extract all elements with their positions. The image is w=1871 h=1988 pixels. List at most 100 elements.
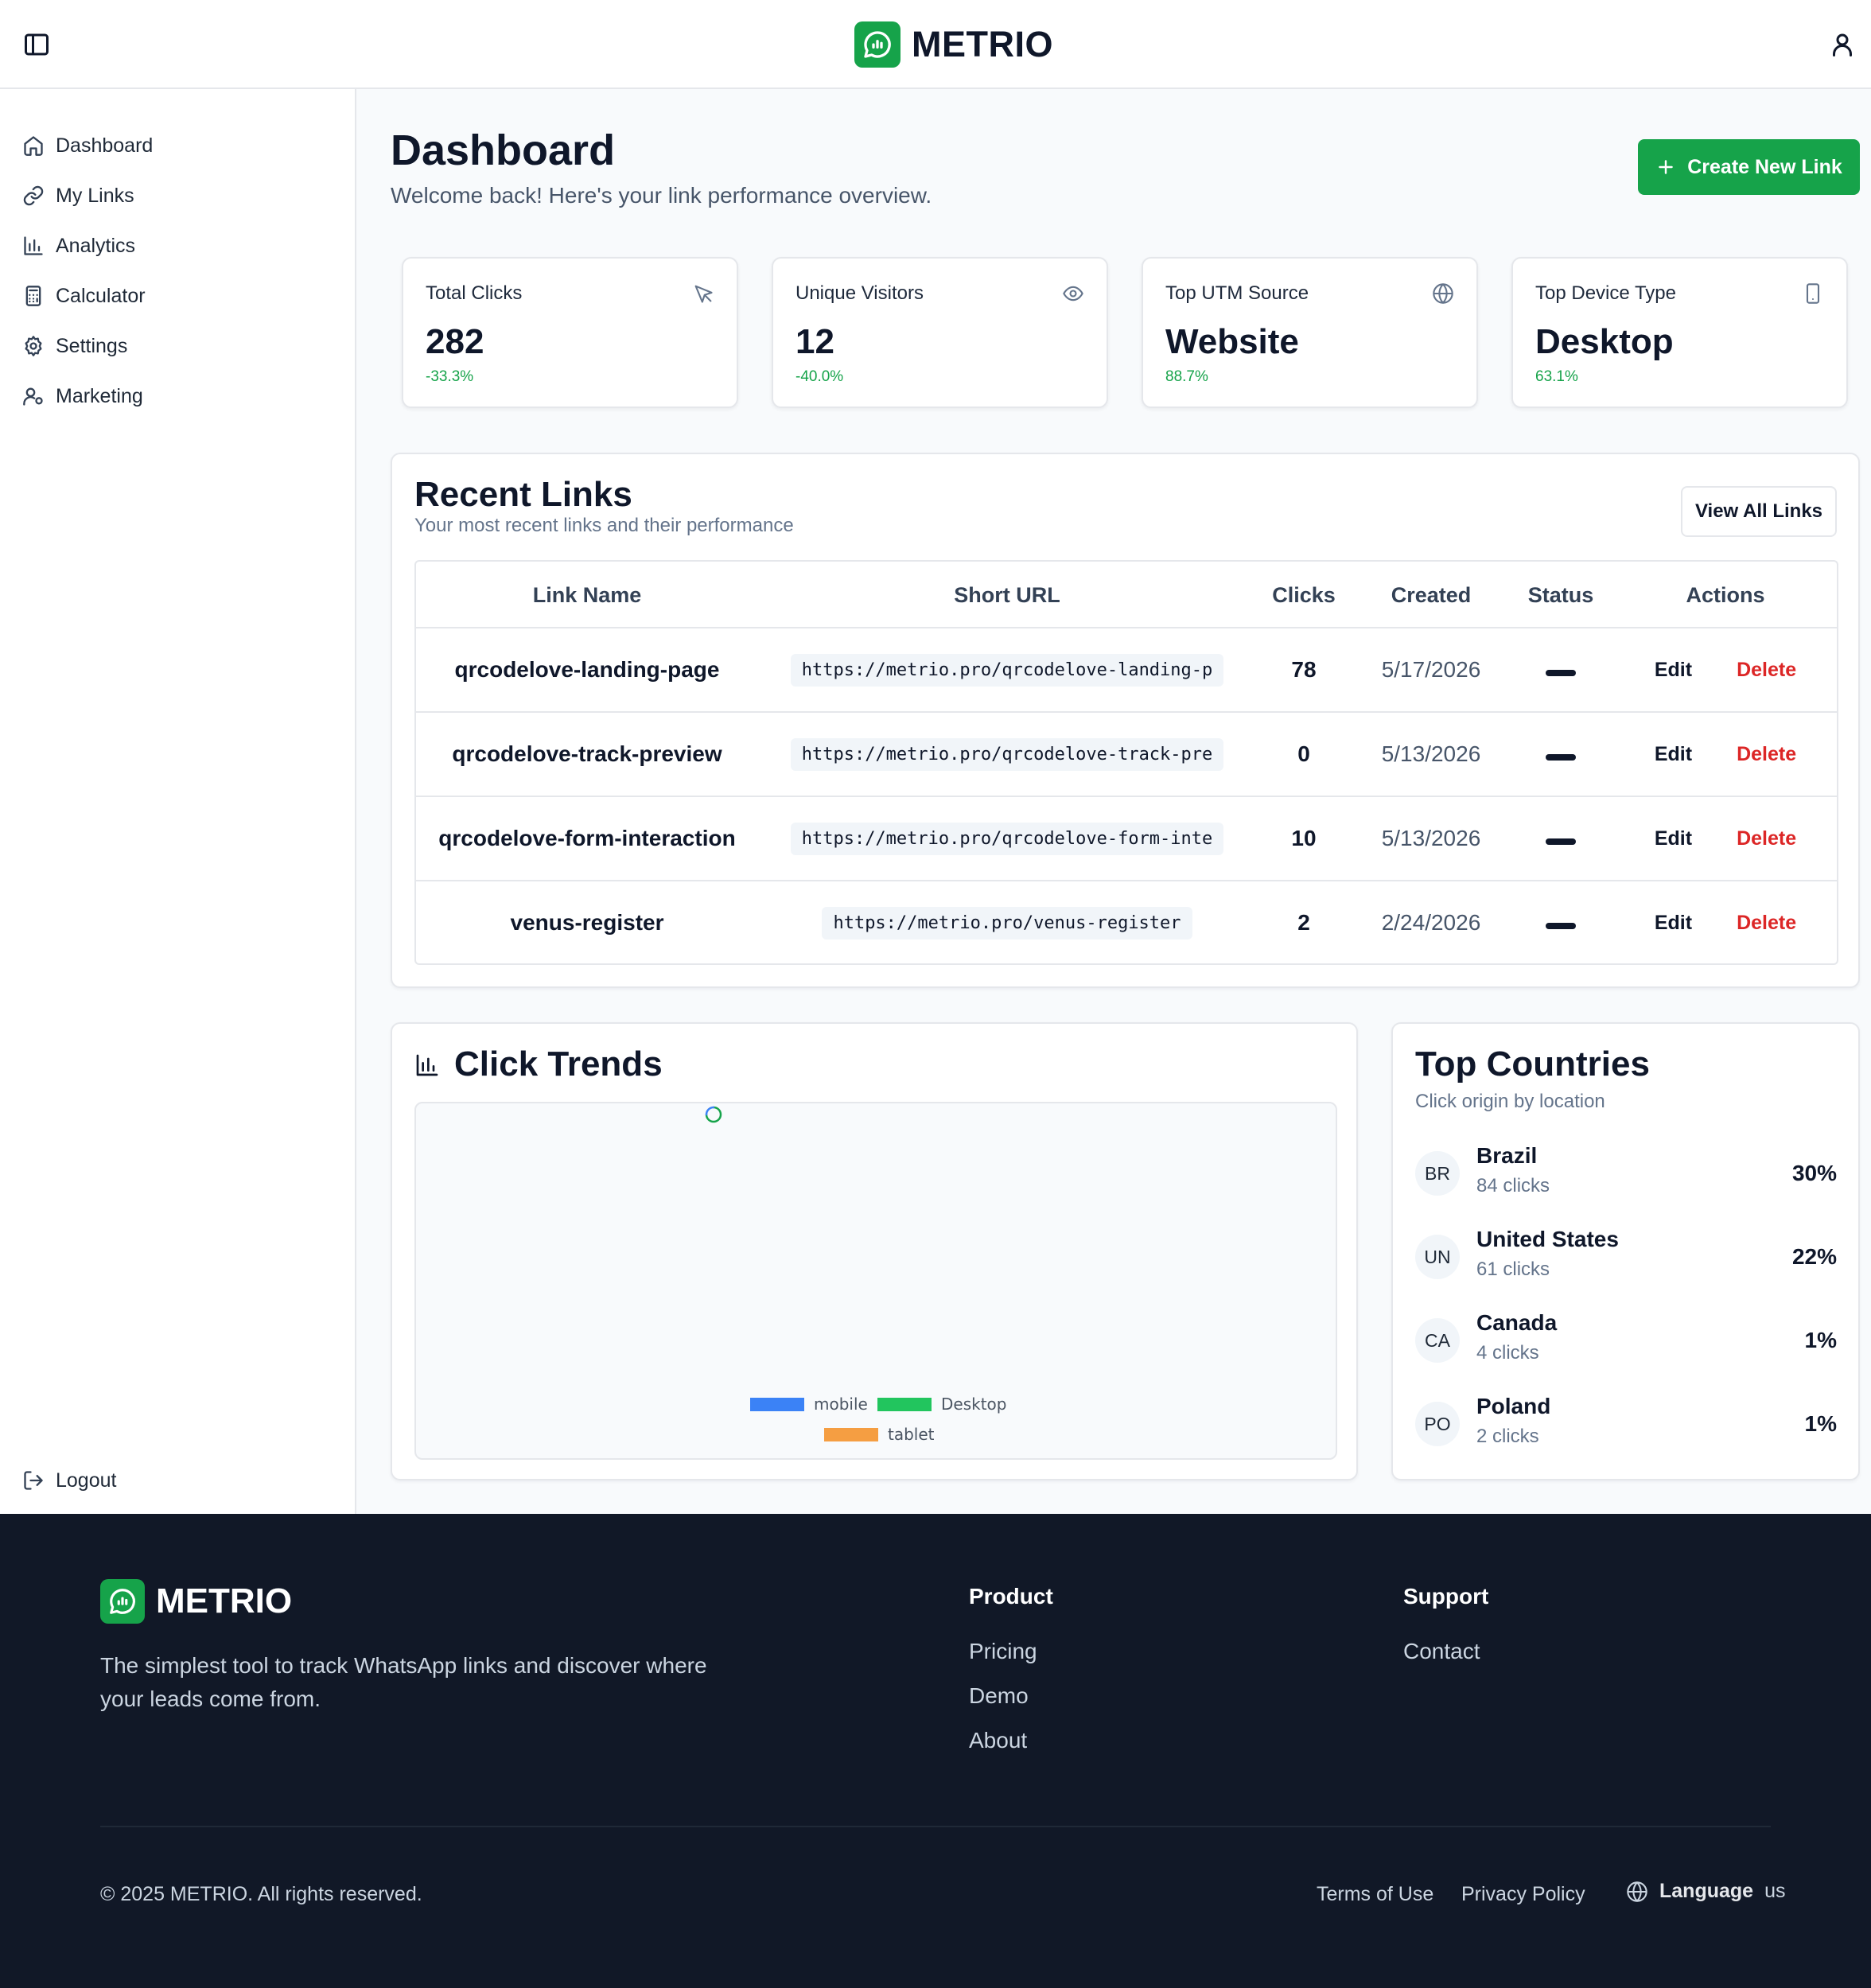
legend-item-mobile[interactable]: mobile — [750, 1395, 868, 1414]
country-percentage: 1% — [1804, 1328, 1837, 1352]
status-badge — [1546, 754, 1576, 761]
status-badge — [1546, 838, 1576, 845]
delete-button[interactable]: Delete — [1737, 659, 1796, 682]
table-header: Link Name Short URL Clicks Created Statu… — [416, 562, 1837, 628]
logout-label: Logout — [56, 1469, 117, 1492]
country-name: Canada — [1476, 1310, 1558, 1335]
top-countries-subtitle: Click origin by location — [1415, 1091, 1605, 1112]
footer-link-demo[interactable]: Demo — [969, 1683, 1029, 1709]
language-label: Language — [1659, 1880, 1754, 1902]
short-url[interactable]: https://metrio.pro/qrcodelove-form-inte — [790, 822, 1224, 855]
globe-icon — [1432, 282, 1454, 305]
click-trends-chart: mobile Desktop tablet — [414, 1102, 1337, 1460]
cursor-icon — [692, 282, 714, 305]
terms-of-use-link[interactable]: Terms of Use — [1317, 1883, 1433, 1906]
link-name[interactable]: venus-register — [511, 910, 664, 936]
status-badge — [1546, 923, 1576, 929]
recent-links-panel: Recent Links Your most recent links and … — [391, 453, 1860, 988]
edit-button[interactable]: Edit — [1655, 743, 1692, 766]
delete-button[interactable]: Delete — [1737, 912, 1796, 935]
bar-chart-icon — [414, 1052, 440, 1078]
footer-heading-support: Support — [1403, 1584, 1489, 1609]
brand-name: METRIO — [912, 24, 1053, 64]
country-clicks: 84 clicks — [1476, 1175, 1550, 1196]
sidebar-item-settings[interactable]: Settings — [22, 330, 127, 362]
list-item: UN United States 61 clicks 22% — [1415, 1225, 1837, 1289]
stat-label: Top UTM Source — [1165, 282, 1309, 304]
edit-button[interactable]: Edit — [1655, 659, 1692, 682]
table-row: venus-register https://metrio.pro/venus-… — [416, 881, 1837, 963]
footer-link-pricing[interactable]: Pricing — [969, 1639, 1037, 1664]
footer: METRIO The simplest tool to track WhatsA… — [0, 1514, 1871, 1988]
footer-description: The simplest tool to track WhatsApp link… — [100, 1653, 707, 1711]
stat-card-top-device-type: Top Device Type Desktop 63.1% — [1511, 257, 1848, 408]
language-selector[interactable]: Language us — [1626, 1880, 1785, 1903]
eye-icon — [1062, 282, 1084, 305]
logout-button[interactable]: Logout — [22, 1465, 116, 1496]
column-header-status[interactable]: Status — [1511, 562, 1611, 628]
view-all-links-button[interactable]: View All Links — [1681, 486, 1837, 537]
click-count: 2 — [1297, 910, 1310, 935]
footer-divider — [100, 1826, 1771, 1827]
edit-button[interactable]: Edit — [1655, 912, 1692, 935]
stat-value: 12 — [795, 322, 834, 361]
column-header-short-url[interactable]: Short URL — [758, 562, 1256, 628]
sidebar-item-analytics[interactable]: Analytics — [22, 230, 135, 262]
click-count: 10 — [1291, 826, 1317, 850]
country-percentage: 22% — [1791, 1244, 1837, 1269]
legend-item-desktop[interactable]: Desktop — [877, 1395, 1006, 1414]
link-name[interactable]: qrcodelove-form-interaction — [438, 826, 735, 851]
delete-button[interactable]: Delete — [1737, 743, 1796, 766]
status-badge — [1546, 670, 1576, 676]
click-count: 0 — [1297, 741, 1310, 766]
footer-brand[interactable]: METRIO — [100, 1579, 292, 1624]
sidebar-item-label: My Links — [56, 184, 134, 207]
user-account-icon[interactable] — [1828, 30, 1857, 59]
privacy-policy-link[interactable]: Privacy Policy — [1461, 1883, 1585, 1906]
legend-swatch-tablet — [824, 1427, 878, 1441]
sidebar-item-label: Settings — [56, 334, 128, 357]
link-icon — [22, 185, 45, 207]
short-url[interactable]: https://metrio.pro/qrcodelove-landing-p — [790, 653, 1224, 687]
sidebar-item-label: Analytics — [56, 234, 136, 257]
sidebar-item-marketing[interactable]: Marketing — [22, 380, 143, 412]
table-row: qrcodelove-form-interaction https://metr… — [416, 797, 1837, 881]
sidebar-item-calculator[interactable]: Calculator — [22, 280, 146, 312]
footer-link-about[interactable]: About — [969, 1728, 1027, 1753]
footer-link-contact[interactable]: Contact — [1403, 1639, 1480, 1664]
country-name: United States — [1476, 1227, 1619, 1251]
sidebar-toggle-icon[interactable] — [22, 30, 51, 59]
created-date: 5/13/2026 — [1381, 826, 1481, 850]
column-header-actions: Actions — [1686, 583, 1765, 607]
link-name[interactable]: qrcodelove-track-preview — [452, 741, 722, 767]
link-name[interactable]: qrcodelove-landing-page — [455, 657, 720, 683]
brand-logo[interactable]: METRIO — [854, 21, 1053, 68]
stat-delta: 88.7% — [1165, 368, 1208, 385]
created-date: 5/13/2026 — [1381, 741, 1481, 766]
stat-value: 282 — [426, 322, 484, 361]
short-url[interactable]: https://metrio.pro/qrcodelove-track-pre — [790, 737, 1224, 771]
column-header-created[interactable]: Created — [1352, 562, 1511, 628]
edit-button[interactable]: Edit — [1655, 827, 1692, 850]
country-clicks: 4 clicks — [1476, 1342, 1539, 1364]
recent-links-title: Recent Links — [414, 475, 632, 514]
page-title: Dashboard — [391, 126, 616, 174]
column-header-clicks[interactable]: Clicks — [1256, 562, 1352, 628]
column-header-link-name[interactable]: Link Name — [416, 562, 758, 628]
sidebar-item-my-links[interactable]: My Links — [22, 180, 134, 212]
footer-brand-name: METRIO — [156, 1581, 293, 1620]
stat-value: Desktop — [1535, 322, 1674, 361]
country-name: Poland — [1476, 1394, 1551, 1418]
country-percentage: 30% — [1791, 1161, 1837, 1185]
table-row: qrcodelove-track-preview https://metrio.… — [416, 713, 1837, 797]
stat-delta: 63.1% — [1535, 368, 1578, 385]
sidebar-item-dashboard[interactable]: Dashboard — [22, 130, 153, 161]
stat-delta: -40.0% — [795, 368, 844, 385]
create-new-link-button[interactable]: Create New Link — [1638, 139, 1860, 195]
legend-item-tablet[interactable]: tablet — [824, 1425, 935, 1444]
stat-label: Total Clicks — [426, 282, 523, 304]
short-url[interactable]: https://metrio.pro/venus-register — [822, 906, 1192, 940]
delete-button[interactable]: Delete — [1737, 827, 1796, 850]
globe-icon — [1626, 1881, 1648, 1903]
stat-label: Unique Visitors — [795, 282, 924, 304]
